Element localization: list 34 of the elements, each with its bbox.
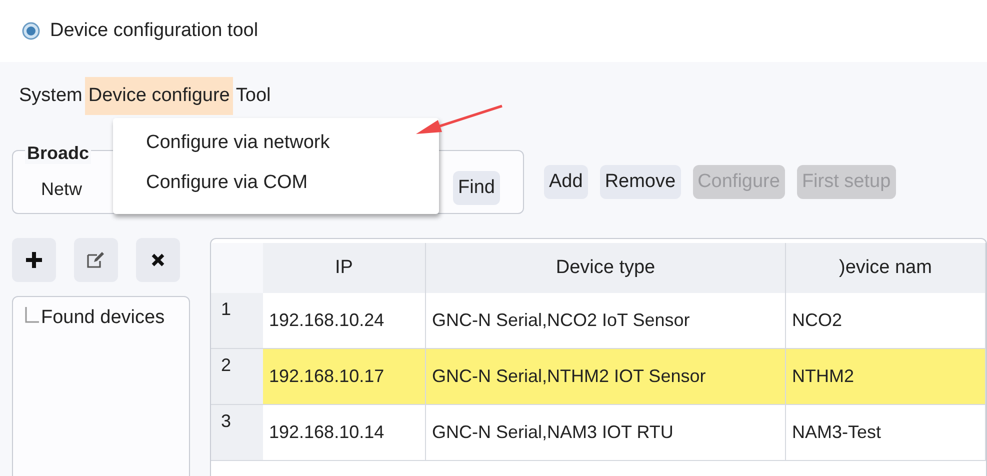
table-cell: GNC-N Serial,NCO2 IoT Sensor bbox=[426, 293, 786, 349]
table-cell: 192.168.10.17 bbox=[263, 349, 426, 405]
row-number: 3 bbox=[211, 405, 263, 461]
row-number: 2 bbox=[211, 349, 263, 405]
table-cell: NAM3-Test bbox=[786, 405, 986, 461]
menu-item[interactable]: Tool bbox=[232, 77, 274, 115]
row-number: 1 bbox=[211, 293, 263, 349]
column-header[interactable]: )evice nam bbox=[786, 243, 986, 293]
table-cell: 192.168.10.24 bbox=[263, 293, 426, 349]
column-header[interactable]: Device type bbox=[426, 243, 786, 293]
group-title: Broadc bbox=[25, 143, 92, 164]
table-cell: GNC-N Serial,NAM3 IOT RTU bbox=[426, 405, 786, 461]
tree-line-icon bbox=[25, 307, 39, 323]
tool-button[interactable] bbox=[12, 238, 56, 282]
action-button[interactable]: Remove bbox=[600, 165, 681, 199]
column-header[interactable]: IP bbox=[263, 243, 426, 293]
tool-button[interactable] bbox=[74, 238, 118, 282]
table-cell: NTHM2 bbox=[786, 349, 986, 405]
table-cell: NCO2 bbox=[786, 293, 986, 349]
menu-item[interactable]: Device configure bbox=[85, 77, 233, 115]
table-cell: GNC-N Serial,NTHM2 IOT Sensor bbox=[426, 349, 786, 405]
menu-option[interactable]: Configure via COM bbox=[113, 166, 439, 206]
tree-item[interactable]: Found devices bbox=[41, 307, 165, 329]
find-button[interactable]: Find bbox=[453, 171, 500, 205]
window-title: Device configuration tool bbox=[50, 20, 258, 42]
field-label: Netw bbox=[40, 178, 82, 200]
edit-icon bbox=[87, 252, 105, 268]
menu-item[interactable]: System bbox=[16, 77, 86, 115]
close-icon bbox=[151, 253, 165, 267]
table-cell: 192.168.10.14 bbox=[263, 405, 426, 461]
plus-icon bbox=[26, 252, 42, 268]
menu-option[interactable]: Configure via network bbox=[113, 126, 439, 166]
action-button[interactable]: Add bbox=[544, 165, 588, 199]
tool-button[interactable] bbox=[136, 238, 180, 282]
